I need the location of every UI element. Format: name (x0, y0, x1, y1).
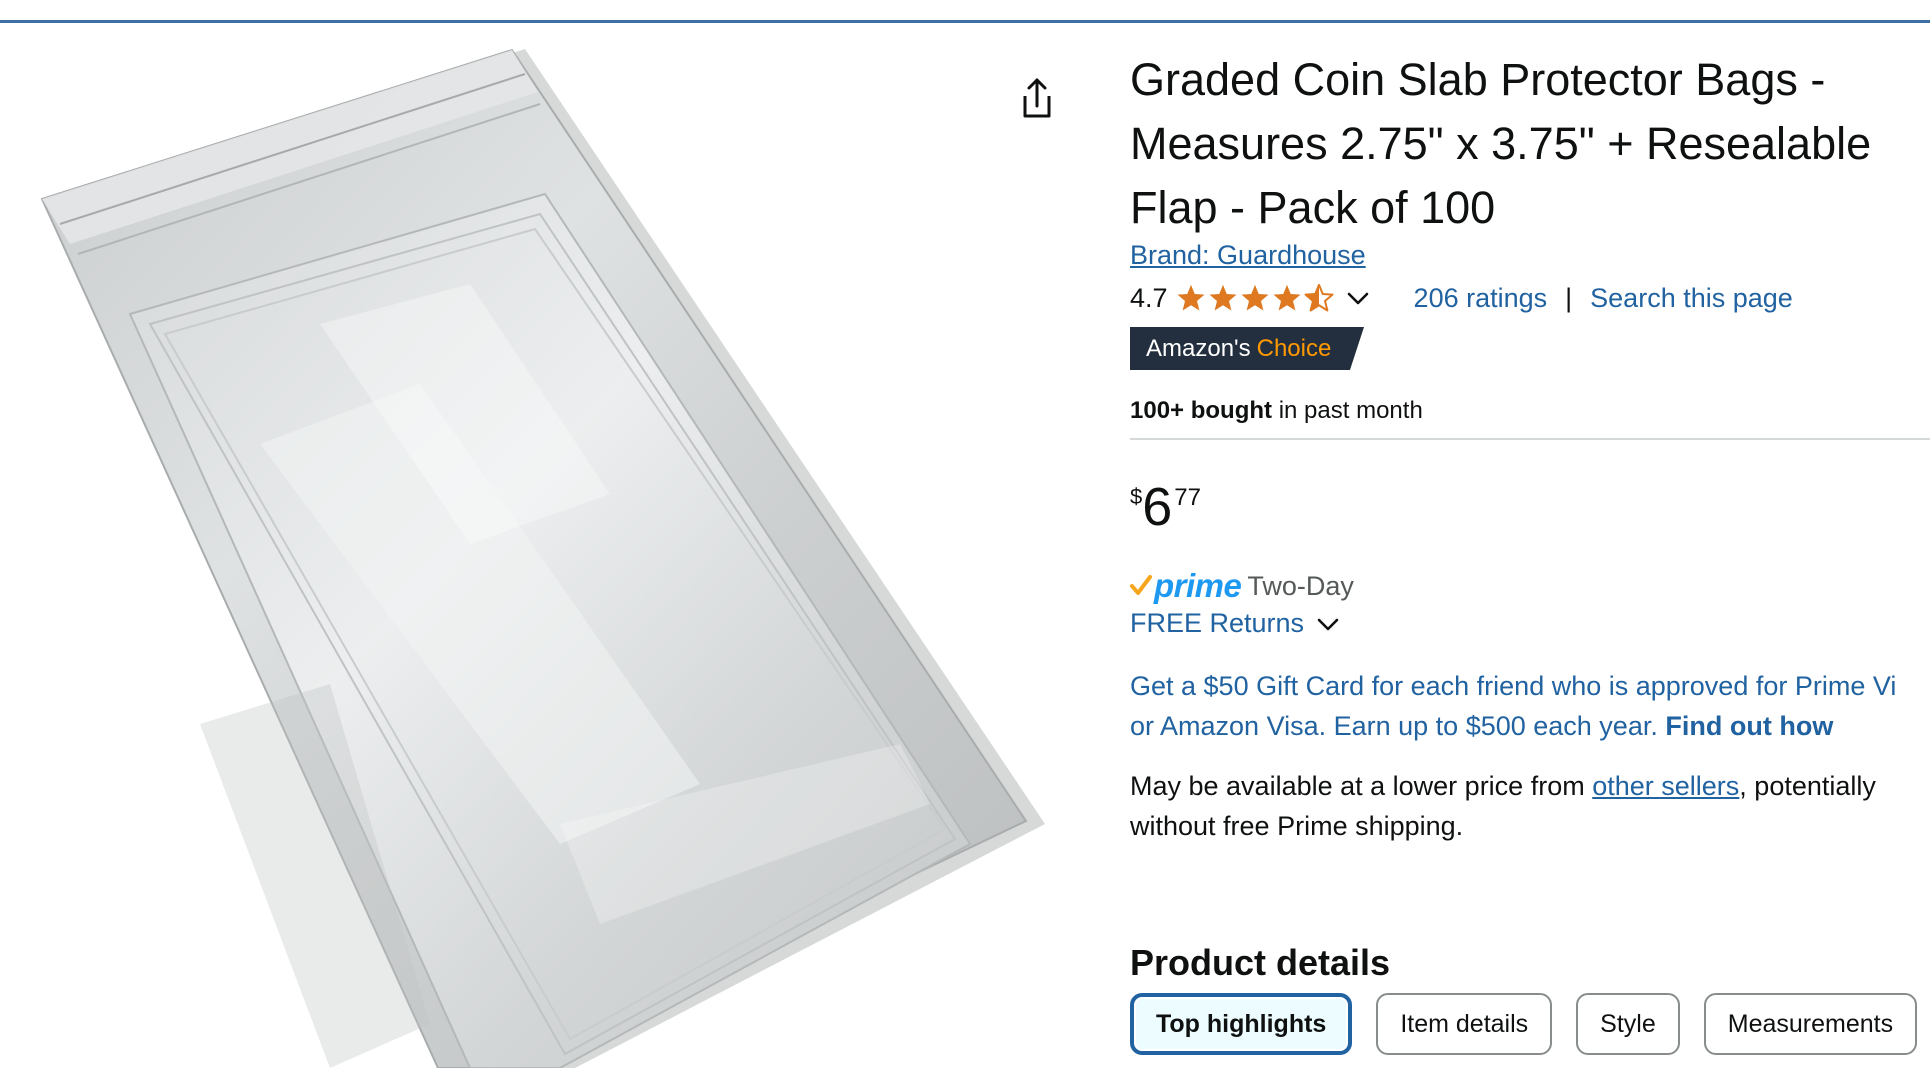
section-divider (1130, 438, 1930, 440)
bought-count: 100+ bought (1130, 397, 1273, 424)
tab-item-details[interactable]: Item details (1376, 993, 1553, 1055)
badge-prefix: Amazon's (1146, 334, 1251, 362)
other-sellers-notice: May be available at a lower price from o… (1130, 766, 1930, 846)
promo-line-2: or Amazon Visa. Earn up to $500 each yea… (1130, 706, 1930, 746)
star-full-icon (1241, 284, 1269, 311)
availability-text: May be available at a lower price from (1130, 771, 1585, 801)
prime-check-icon (1130, 575, 1152, 595)
price-symbol: $ (1130, 484, 1143, 509)
brand-link[interactable]: Brand: Guardhouse (1130, 240, 1366, 271)
availability-tail: , potentially (1739, 771, 1876, 801)
product-details-tabs: Top highlights Item details Style Measur… (1130, 993, 1930, 1055)
price: $ 6 77 (1130, 478, 1201, 536)
star-full-icon (1273, 284, 1301, 311)
promo-line-2-text: or Amazon Visa. Earn up to $500 each yea… (1130, 711, 1658, 741)
prime-logo-text: prime (1154, 567, 1242, 604)
product-title-line: Measures 2.75" x 3.75" + Resealable (1130, 118, 1872, 169)
chevron-down-icon[interactable] (1346, 286, 1370, 310)
product-title-line: Flap - Pack of 100 (1130, 182, 1496, 233)
price-fraction: 77 (1174, 484, 1201, 511)
rating-row: 4.7 206 ratings | Search this page (1130, 280, 1793, 316)
badge-highlight: Choice (1256, 334, 1332, 362)
star-full-icon (1177, 284, 1205, 311)
rating-value: 4.7 (1130, 282, 1168, 313)
gift-card-promo[interactable]: Get a $50 Gift Card for each friend who … (1130, 666, 1930, 746)
availability-line-2: without free Prime shipping. (1130, 811, 1464, 841)
star-rating[interactable] (1176, 283, 1336, 313)
prime-delivery[interactable]: prime Two-Day (1130, 566, 1354, 606)
chevron-down-icon (1317, 618, 1339, 630)
star-half-icon (1304, 283, 1334, 312)
tab-style[interactable]: Style (1576, 993, 1680, 1055)
product-title: Graded Coin Slab Protector Bags - Measur… (1130, 48, 1930, 240)
find-out-how-link[interactable]: Find out how (1665, 711, 1833, 741)
ratings-count-link[interactable]: 206 ratings (1414, 283, 1548, 314)
product-title-block: Graded Coin Slab Protector Bags - Measur… (1130, 48, 1930, 240)
free-returns-label: FREE Returns (1130, 608, 1305, 638)
price-whole: 6 (1142, 477, 1173, 537)
product-details-heading: Product details (1130, 942, 1391, 983)
bought-text: in past month (1278, 397, 1423, 424)
availability-line-1: May be available at a lower price from o… (1130, 766, 1930, 806)
amazons-choice-badge: Amazon's Choice (1130, 327, 1364, 370)
share-button[interactable] (1017, 76, 1057, 120)
product-image[interactable] (0, 24, 1090, 1068)
search-this-page-link[interactable]: Search this page (1590, 283, 1793, 314)
other-sellers-link[interactable]: other sellers (1592, 771, 1739, 801)
product-title-line: Graded Coin Slab Protector Bags - (1130, 54, 1826, 105)
product-page: Graded Coin Slab Protector Bags - Measur… (0, 0, 1930, 1068)
product-photo (40, 48, 1045, 1068)
rating-separator: | (1565, 282, 1573, 313)
prime-two-day: Two-Day (1247, 570, 1354, 601)
free-returns-link[interactable]: FREE Returns (1130, 608, 1340, 639)
bought-in-past-month: 100+ bought in past month (1130, 397, 1423, 425)
share-icon (1023, 78, 1051, 118)
promo-line-1: Get a $50 Gift Card for each friend who … (1130, 671, 1897, 701)
tab-measurements[interactable]: Measurements (1703, 993, 1918, 1055)
tab-top-highlights[interactable]: Top highlights (1130, 993, 1353, 1055)
top-divider (0, 20, 1930, 23)
star-full-icon (1209, 284, 1237, 311)
